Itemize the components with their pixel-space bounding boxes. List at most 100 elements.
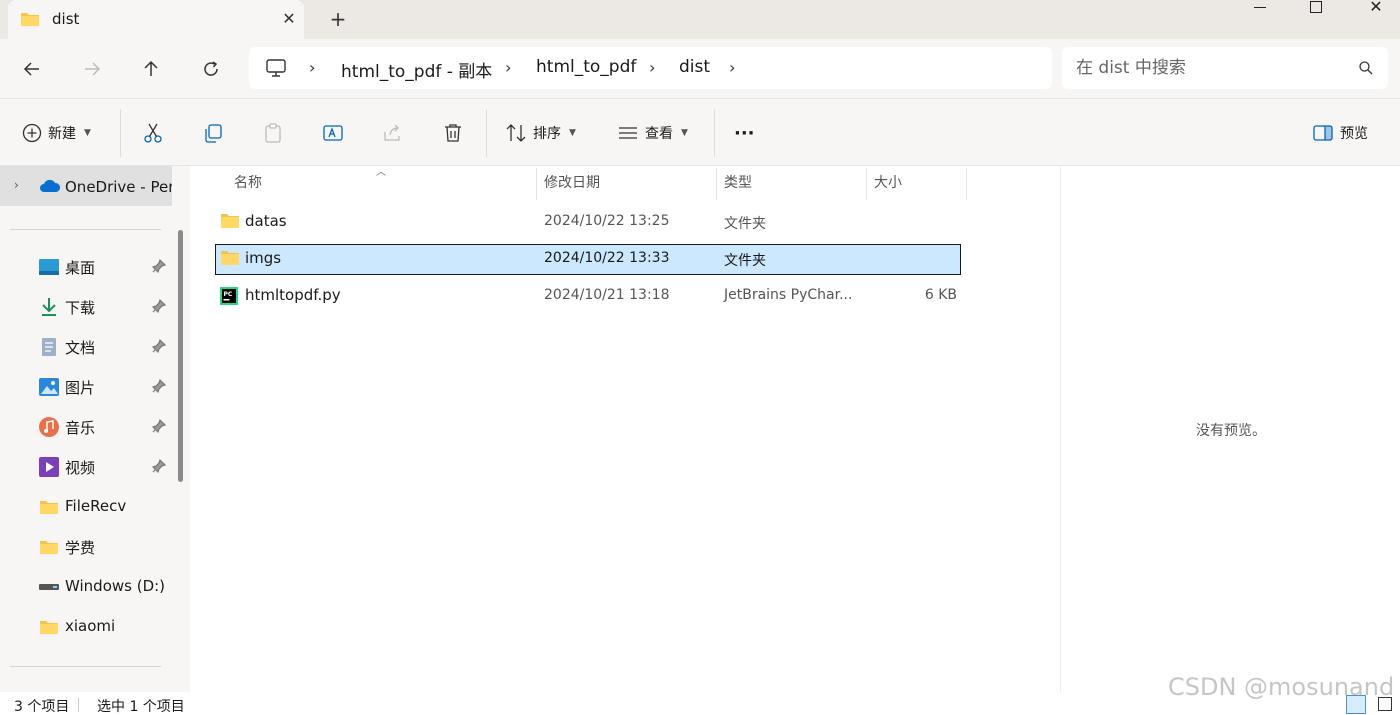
address-bar[interactable]: › html_to_pdf - 副本 › html_to_pdf › dist … (249, 47, 1052, 89)
pin-icon[interactable] (151, 418, 167, 437)
computer-icon[interactable] (265, 58, 287, 82)
folder-icon (220, 250, 240, 270)
column-divider[interactable] (866, 168, 867, 200)
chevron-right-icon[interactable]: › (505, 58, 511, 77)
column-divider[interactable] (536, 168, 537, 200)
view-list-icon (619, 127, 637, 139)
sidebar-item-xiaomi[interactable]: xiaomi (0, 607, 172, 647)
file-type: JetBrains PyChar... (724, 287, 853, 303)
maximize-button[interactable] (1296, 0, 1336, 18)
scissors-icon (144, 123, 162, 143)
tab-dist[interactable]: dist ✕ (8, 0, 304, 39)
column-divider[interactable] (966, 168, 967, 200)
sidebar-item-music[interactable]: 音乐 (0, 407, 172, 447)
column-header-date[interactable]: 修改日期 (544, 166, 600, 200)
sidebar-item-label: 文档 (65, 339, 96, 357)
preview-label: 预览 (1340, 126, 1368, 142)
sidebar-item-onedrive[interactable]: › OneDrive - Per (0, 166, 172, 206)
pin-icon[interactable] (151, 378, 167, 397)
breadcrumb-html-to-pdf[interactable]: html_to_pdf (536, 57, 636, 77)
share-button[interactable] (382, 117, 404, 149)
toolbar-divider (120, 109, 121, 157)
sidebar-divider (10, 229, 161, 230)
sidebar-item-tuition[interactable]: 学费 (0, 527, 172, 567)
sidebar-divider (10, 666, 161, 667)
file-type: 文件夹 (724, 253, 766, 269)
file-row-htmltopdf[interactable]: PC htmltopdf.py 2024/10/21 13:18 JetBrai… (215, 281, 961, 312)
more-icon: ··· (734, 122, 755, 144)
cut-button[interactable] (142, 117, 164, 149)
chevron-right-icon[interactable]: › (14, 178, 19, 192)
desktop-icon (39, 257, 59, 277)
sidebar-item-desktop[interactable]: 桌面 (0, 247, 172, 287)
paste-button[interactable] (262, 117, 284, 149)
navigation-pane: › OneDrive - Per 桌面 下载 文档 图片 音乐 视频 FileR (0, 166, 190, 692)
chevron-down-icon: ▼ (84, 128, 91, 138)
file-name: datas (245, 212, 287, 230)
column-header-name[interactable]: 名称 (234, 166, 262, 200)
search-box[interactable] (1062, 47, 1388, 89)
file-list: ︿ 名称 修改日期 类型 大小 datas 2024/10/22 13:25 文… (190, 166, 1060, 692)
minimize-button[interactable] (1240, 0, 1280, 18)
drive-icon (39, 577, 59, 597)
new-button[interactable]: 新建 ▼ (22, 117, 91, 149)
sort-button[interactable]: 排序 ▼ (505, 117, 576, 149)
up-button[interactable] (135, 53, 167, 85)
pin-icon[interactable] (151, 338, 167, 357)
column-header-type[interactable]: 类型 (724, 166, 752, 200)
copy-icon (205, 124, 222, 143)
sidebar-item-downloads[interactable]: 下载 (0, 287, 172, 327)
forward-button[interactable] (76, 53, 108, 85)
arrow-left-icon (23, 62, 39, 76)
sidebar-item-documents[interactable]: 文档 (0, 327, 172, 367)
pin-icon[interactable] (151, 458, 167, 477)
breadcrumb-html-to-pdf-copy[interactable]: html_to_pdf - 副本 (341, 57, 492, 82)
sort-label: 排序 (533, 126, 561, 142)
view-button[interactable]: 查看 ▼ (617, 117, 688, 149)
pin-icon[interactable] (151, 258, 167, 277)
arrow-right-icon (85, 62, 101, 76)
preview-pane-button[interactable]: 预览 (1312, 117, 1368, 149)
sidebar-item-videos[interactable]: 视频 (0, 447, 172, 487)
folder-icon (39, 497, 59, 517)
sidebar-item-windows-d[interactable]: Windows (D:) (0, 567, 172, 607)
sidebar-item-label: 学费 (65, 539, 96, 557)
refresh-icon (204, 61, 218, 76)
sidebar-item-pictures[interactable]: 图片 (0, 367, 172, 407)
chevron-right-icon[interactable]: › (729, 58, 735, 77)
close-window-button[interactable]: ✕ (1356, 0, 1396, 18)
breadcrumb-dist[interactable]: dist (679, 57, 710, 77)
chevron-right-icon[interactable]: › (649, 58, 655, 77)
command-bar: 新建 ▼ 排序 ▼ 查看 ▼ ··· 预览 (0, 99, 1400, 166)
column-divider[interactable] (716, 168, 717, 200)
close-tab-icon[interactable]: ✕ (278, 8, 300, 30)
rename-button[interactable] (322, 117, 344, 149)
chevron-right-icon[interactable]: › (309, 58, 315, 77)
column-header-size[interactable]: 大小 (874, 166, 902, 200)
sidebar-item-filerecv[interactable]: FileRecv (0, 487, 172, 527)
file-row-datas[interactable]: datas 2024/10/22 13:25 文件夹 (215, 207, 961, 238)
sidebar-item-label: FileRecv (65, 497, 127, 515)
toolbar-divider (714, 109, 715, 157)
no-preview-message: 没有预览。 (1196, 423, 1266, 439)
sidebar-item-label: 桌面 (65, 259, 96, 277)
file-date: 2024/10/21 13:18 (544, 287, 670, 303)
search-icon[interactable] (1358, 60, 1374, 80)
refresh-button[interactable] (195, 53, 227, 85)
file-row-imgs[interactable]: imgs 2024/10/22 13:33 文件夹 (215, 244, 961, 275)
copy-button[interactable] (202, 117, 224, 149)
item-count: 3 个项目 (14, 699, 70, 715)
arrow-up-icon (144, 60, 158, 76)
plus-circle-icon (22, 123, 42, 143)
search-input[interactable] (1076, 55, 1346, 81)
delete-button[interactable] (442, 117, 464, 149)
new-label: 新建 (48, 126, 76, 142)
new-tab-button[interactable]: + (326, 8, 350, 32)
sidebar-scrollbar[interactable] (178, 230, 183, 482)
pin-icon[interactable] (151, 298, 167, 317)
clipboard-icon (265, 123, 281, 143)
view-label: 查看 (645, 126, 673, 142)
more-options-button[interactable]: ··· (734, 117, 755, 149)
back-button[interactable] (16, 53, 48, 85)
file-name: imgs (245, 249, 282, 267)
